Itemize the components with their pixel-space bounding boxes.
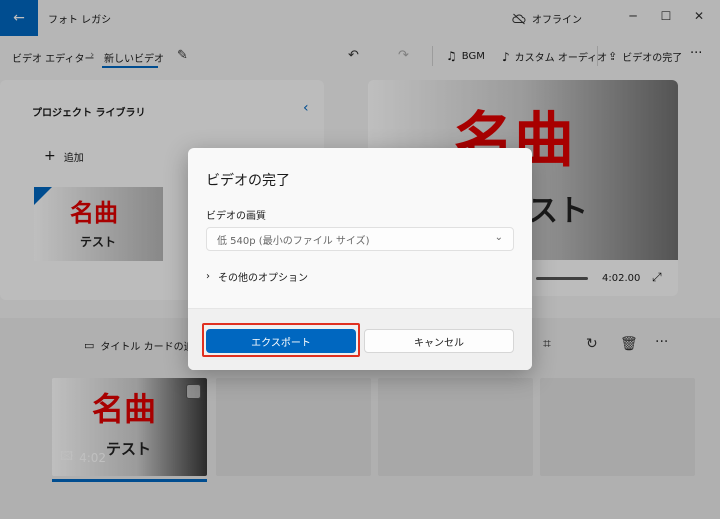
cancel-button[interactable]: キャンセル	[364, 329, 514, 353]
more-options-label: その他のオプション	[218, 273, 308, 284]
chevron-down-icon: ⌄	[494, 232, 503, 243]
video-quality-label: ビデオの画質	[206, 211, 266, 222]
more-options-expander[interactable]: › その他のオプション	[206, 269, 308, 284]
video-quality-value: 低 540p (最小のファイル サイズ)	[217, 235, 370, 247]
dialog-footer: エクスポート キャンセル	[188, 308, 532, 370]
video-quality-select[interactable]: 低 540p (最小のファイル サイズ) ⌄	[206, 227, 514, 251]
finish-video-dialog: ビデオの完了 ビデオの画質 低 540p (最小のファイル サイズ) ⌄ › そ…	[188, 148, 532, 370]
dialog-title: ビデオの完了	[206, 173, 290, 189]
chevron-right-icon: ›	[206, 271, 210, 282]
export-highlight-box	[202, 323, 360, 357]
